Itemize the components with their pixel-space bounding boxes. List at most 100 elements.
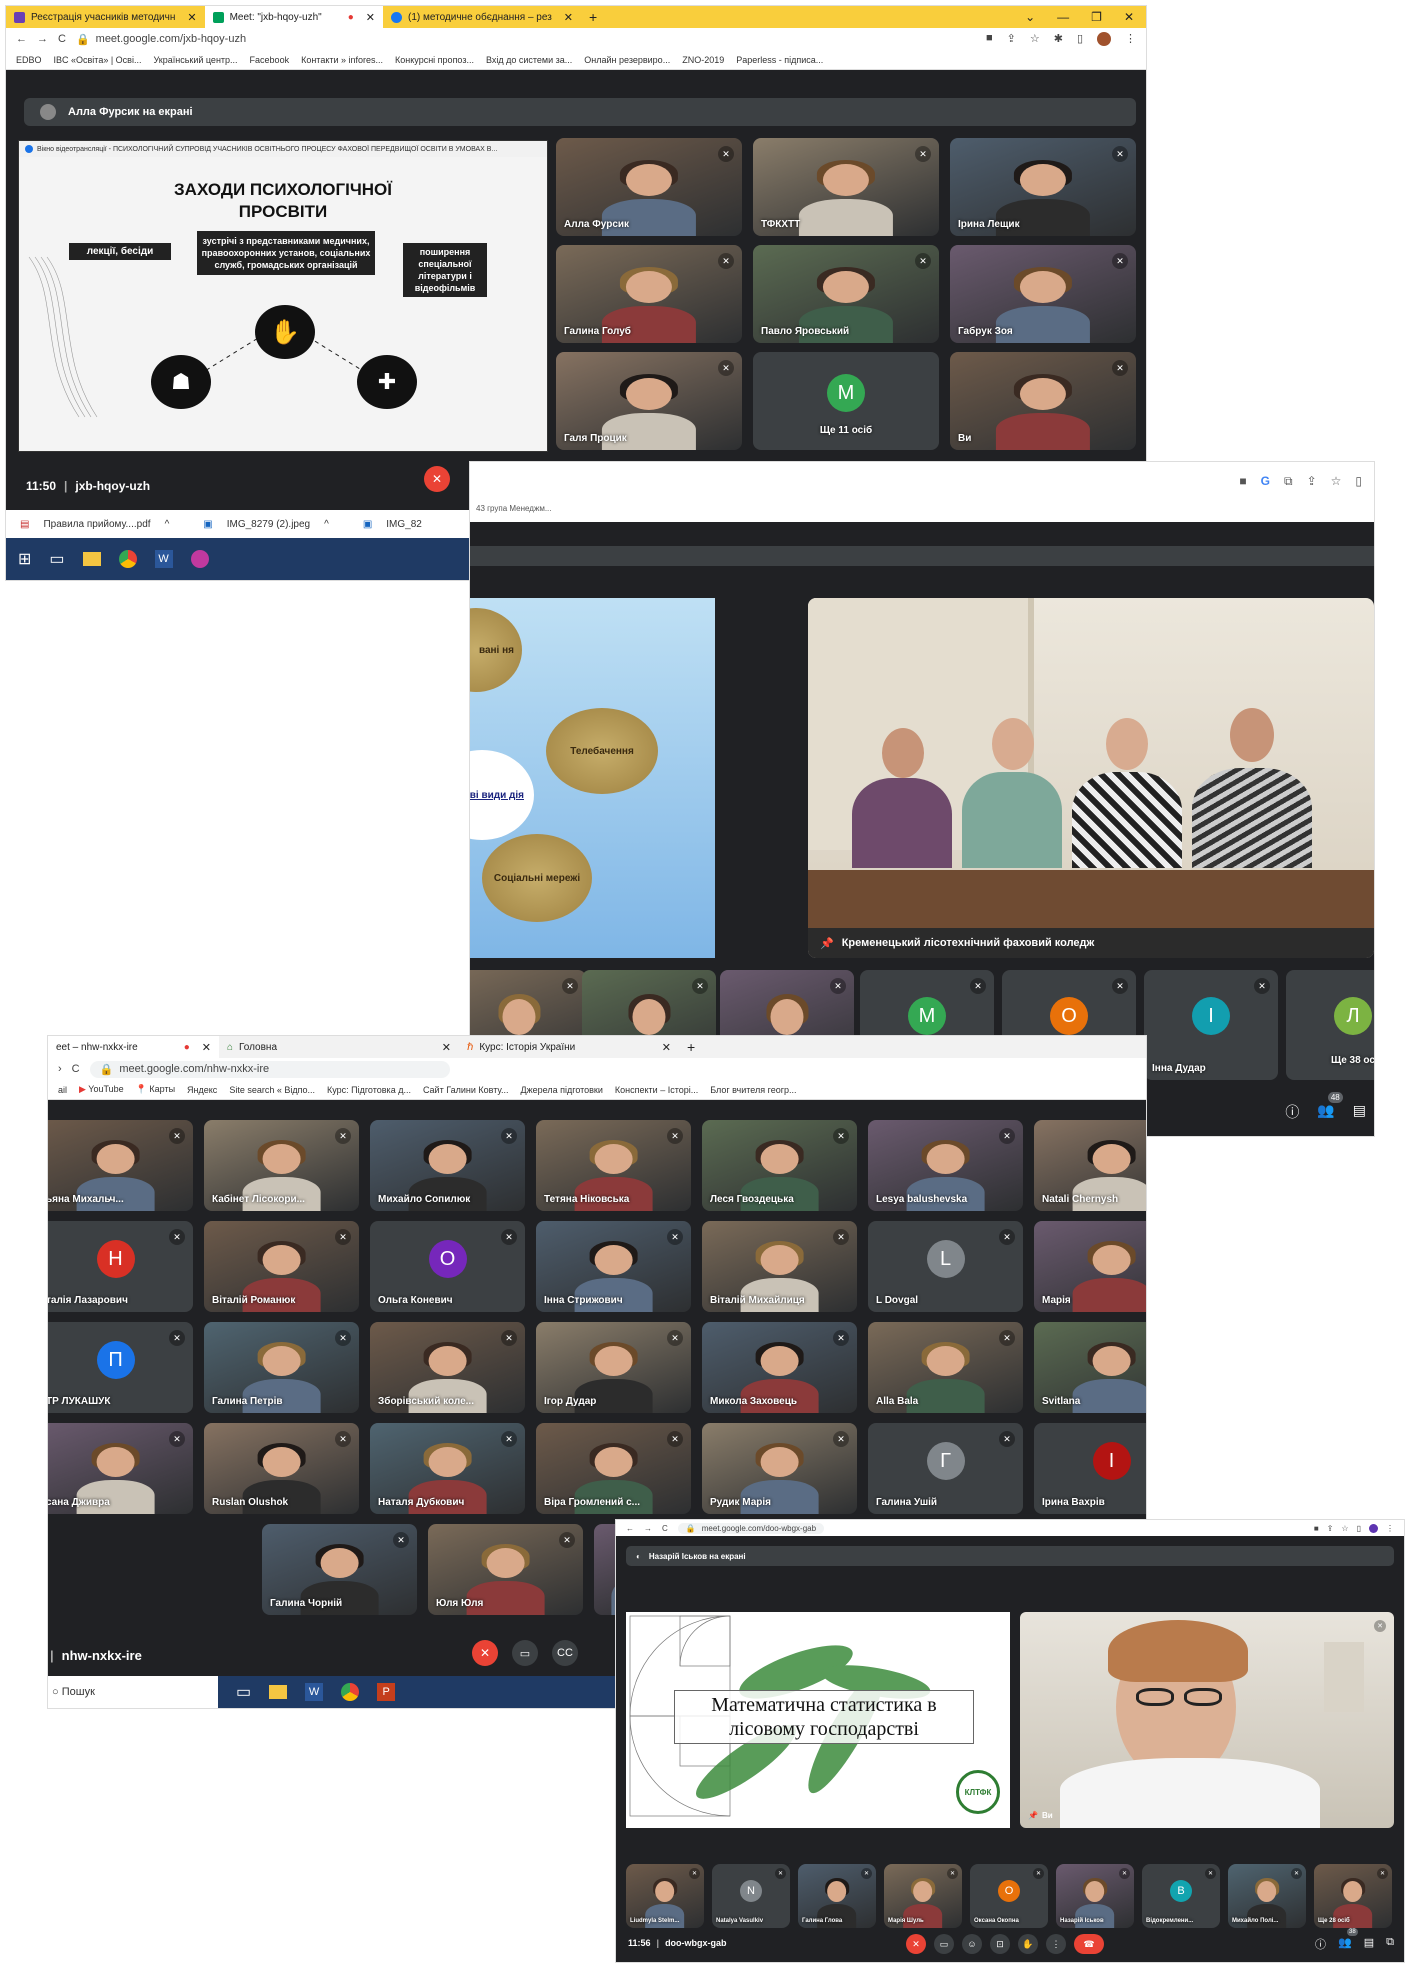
sidebar-icon[interactable]: ▯ bbox=[1355, 474, 1362, 488]
mic-muted-button[interactable]: ✕ bbox=[472, 1640, 498, 1666]
star-icon[interactable]: ☆ bbox=[1030, 32, 1040, 46]
participant-tile[interactable]: ✕ Павло Яровський bbox=[753, 245, 939, 343]
close-icon[interactable]: ✕ bbox=[442, 1041, 451, 1054]
participant-tile[interactable]: ✕ Леся Гвоздецька bbox=[702, 1120, 857, 1211]
extensions-icon[interactable]: ✱ bbox=[1054, 32, 1063, 46]
avatar[interactable] bbox=[1369, 1523, 1378, 1533]
chevron-up-icon[interactable]: ^ bbox=[324, 519, 329, 530]
emoji-button[interactable]: ☺ bbox=[962, 1934, 982, 1954]
participant-tile[interactable]: ✕ Зборівський коле... bbox=[370, 1322, 525, 1413]
reload-icon[interactable]: C bbox=[662, 1524, 668, 1533]
participant-tile[interactable]: І✕Ірина Вахрів bbox=[1034, 1423, 1146, 1514]
browser-tab[interactable]: Реєстрація учасників методичн ✕ bbox=[6, 6, 205, 28]
word-icon[interactable]: W bbox=[305, 1683, 324, 1701]
minimize-button[interactable]: — bbox=[1057, 10, 1069, 24]
participant-tile[interactable]: ✕ ТФКХТТ bbox=[753, 138, 939, 236]
info-icon[interactable]: ⓘ bbox=[1285, 1102, 1299, 1122]
participant-tile[interactable]: ✕Svitlana bbox=[1034, 1322, 1146, 1413]
participant-tile[interactable]: ✕ Кабінет Лісокори... bbox=[204, 1120, 359, 1211]
participant-tile[interactable]: П ✕ ТР ЛУКАШУК bbox=[48, 1322, 193, 1413]
browser-tab-active[interactable]: Meet: "jxb-hqoy-uzh" ● ✕ bbox=[204, 6, 383, 28]
leave-call-button[interactable]: ☎ bbox=[1074, 1934, 1104, 1954]
pin-icon[interactable]: 📌 bbox=[1028, 1811, 1038, 1820]
participant-tile[interactable]: ✕ Віра Громлений с... bbox=[536, 1423, 691, 1514]
bookmark[interactable]: Контакти » infores... bbox=[301, 55, 383, 65]
captions-button[interactable]: CC bbox=[552, 1640, 578, 1666]
maximize-button[interactable]: ❐ bbox=[1091, 10, 1102, 24]
participant-tile[interactable]: Л✕Ще 38 ос bbox=[1286, 970, 1374, 1080]
people-icon[interactable]: 👥 38 bbox=[1338, 1928, 1358, 1952]
chrome-icon[interactable] bbox=[118, 550, 137, 568]
participant-tile[interactable]: O ✕ Оксана Окопна bbox=[970, 1864, 1048, 1928]
participant-tile[interactable]: ✕ Назарій Іськов bbox=[1056, 1864, 1134, 1928]
participant-tile[interactable]: ✕ Lesya balushevska bbox=[868, 1120, 1023, 1211]
bookmark[interactable]: ail bbox=[58, 1085, 67, 1095]
participant-tile[interactable]: Н ✕ талія Лазарович bbox=[48, 1221, 193, 1312]
participant-tile[interactable]: M Ще 11 осіб bbox=[753, 352, 939, 450]
download-item[interactable]: IMG_8279 (2).jpeg bbox=[227, 519, 310, 530]
participant-tile[interactable]: ✕ Ірина Лещик bbox=[950, 138, 1136, 236]
camera-icon[interactable]: ■ bbox=[1314, 1524, 1319, 1533]
participant-tile[interactable]: N ✕ Natalya Vasulkiv bbox=[712, 1864, 790, 1928]
bookmark[interactable]: Конкурсні пропоз... bbox=[395, 55, 474, 65]
bookmark[interactable]: Яндекс bbox=[187, 1085, 217, 1095]
participant-tile[interactable]: ✕ Галина Петрів bbox=[204, 1322, 359, 1413]
bookmark[interactable]: Блог вчителя геогр... bbox=[710, 1085, 796, 1095]
close-icon[interactable]: ✕ bbox=[366, 11, 375, 24]
participant-tile[interactable]: ✕ сана Дживра bbox=[48, 1423, 193, 1514]
participant-tile[interactable]: ✕ Ще 28 осіб bbox=[1314, 1864, 1392, 1928]
participant-tile[interactable]: ✕ Галина Глова bbox=[798, 1864, 876, 1928]
participant-tile[interactable]: ✕ Михайло Полі... bbox=[1228, 1864, 1306, 1928]
close-window-button[interactable]: ✕ bbox=[1124, 10, 1134, 24]
participant-tile[interactable]: ✕ Галя Процик bbox=[556, 352, 742, 450]
participant-tile[interactable]: ✕ Наталя Дубкович bbox=[370, 1423, 525, 1514]
participant-tile[interactable]: Г ✕ Галина Ушій bbox=[868, 1423, 1023, 1514]
participant-tile[interactable]: ✕ Тетяна Ніковська bbox=[536, 1120, 691, 1211]
participant-tile[interactable]: ✕ Інна Стрижович bbox=[536, 1221, 691, 1312]
participant-tile[interactable]: ✕ Віталій Романюк bbox=[204, 1221, 359, 1312]
bookmark[interactable]: ▶ YouTube bbox=[79, 1084, 124, 1095]
mic-muted-button[interactable]: ✕ bbox=[424, 466, 450, 492]
participant-tile[interactable]: B ✕ Відокремлени... bbox=[1142, 1864, 1220, 1928]
bookmark[interactable]: EDBO bbox=[16, 55, 42, 65]
browser-tab-active[interactable]: eet – nhw-nxkx-ire ● ✕ bbox=[48, 1036, 219, 1058]
bookmark[interactable]: Джерела підготовки bbox=[521, 1085, 603, 1095]
participant-tile[interactable]: ✕Марія bbox=[1034, 1221, 1146, 1312]
url-field[interactable]: meet.google.com/doo-wbgx-gab bbox=[702, 1524, 816, 1533]
participant-tile[interactable]: ✕Natali Chernysh bbox=[1034, 1120, 1146, 1211]
participant-tile[interactable]: ✕ Габрук Зоя bbox=[950, 245, 1136, 343]
activities-icon[interactable]: ⧉ bbox=[1386, 1936, 1394, 1952]
participant-tile[interactable]: ✕ Рудик Марія bbox=[702, 1423, 857, 1514]
url-field[interactable]: meet.google.com/jxb-hqoy-uzh bbox=[96, 33, 246, 45]
bookmark[interactable]: Site search « Відпо... bbox=[229, 1085, 315, 1095]
participant-tile[interactable]: ✕ Марія Шуль bbox=[884, 1864, 962, 1928]
people-icon[interactable]: 👥 48 bbox=[1317, 1092, 1343, 1122]
close-icon[interactable]: ✕ bbox=[662, 1041, 671, 1054]
participant-tile[interactable]: ✕ Віталій Михайлиця bbox=[702, 1221, 857, 1312]
url-field[interactable]: meet.google.com/nhw-nxkx-ire bbox=[119, 1063, 269, 1075]
participant-tile[interactable]: ✕ ьяна Михальч... bbox=[48, 1120, 193, 1211]
share-icon[interactable]: ⇪ bbox=[1007, 32, 1016, 46]
camera-icon[interactable]: ■ bbox=[986, 32, 993, 46]
back-icon[interactable]: ← bbox=[16, 33, 27, 45]
chevron-down-icon[interactable]: ⌄ bbox=[1025, 10, 1035, 24]
more-options-button[interactable]: ⋮ bbox=[1046, 1934, 1066, 1954]
info-icon[interactable]: ⓘ bbox=[1315, 1936, 1326, 1952]
participant-tile[interactable]: ✕ Юля Юля bbox=[428, 1524, 583, 1615]
chat-icon[interactable]: ▤ bbox=[1364, 1936, 1374, 1952]
share-icon[interactable]: ⇪ bbox=[1327, 1524, 1334, 1533]
sidebar-icon[interactable]: ▯ bbox=[1357, 1524, 1361, 1533]
participant-tile[interactable]: ✕ Микола Заховець bbox=[702, 1322, 857, 1413]
camera-icon[interactable]: ■ bbox=[1239, 474, 1246, 488]
google-icon[interactable]: G bbox=[1261, 474, 1270, 488]
close-icon[interactable]: ✕ bbox=[187, 11, 196, 24]
taskbar-search[interactable]: ○ Пошук bbox=[48, 1676, 218, 1708]
bookmark[interactable]: Facebook bbox=[250, 55, 290, 65]
translate-icon[interactable]: ⧉ bbox=[1284, 474, 1293, 489]
browser-tab[interactable]: ℏ Курс: Історія України ✕ bbox=[459, 1036, 679, 1058]
participant-tile[interactable]: ✕ Алла Фурсик bbox=[556, 138, 742, 236]
forward-icon[interactable]: › bbox=[58, 1063, 62, 1075]
powerpoint-icon[interactable]: P bbox=[377, 1683, 396, 1701]
new-tab-button[interactable]: + bbox=[687, 1039, 695, 1055]
participant-tile[interactable]: ✕ Liudmyla Stelm... bbox=[626, 1864, 704, 1928]
